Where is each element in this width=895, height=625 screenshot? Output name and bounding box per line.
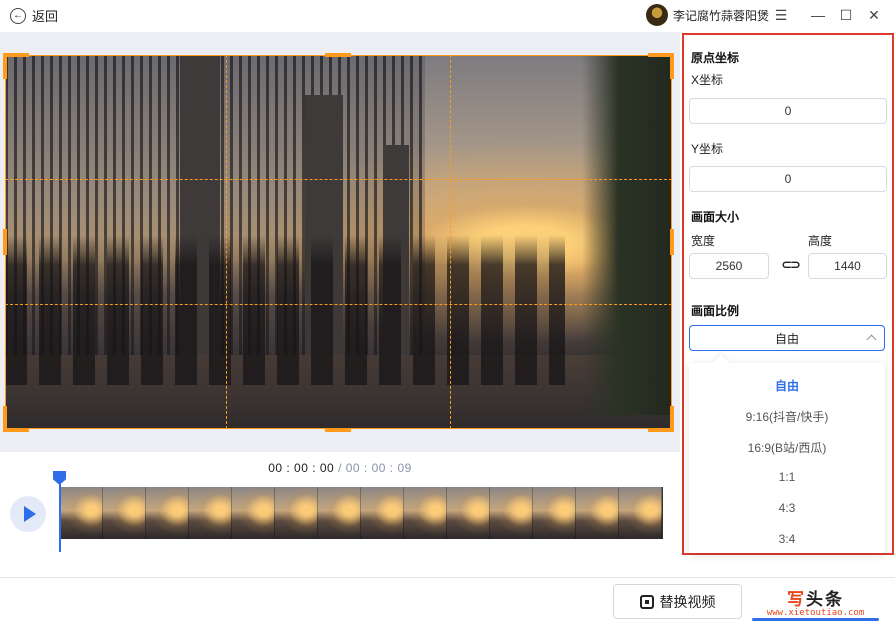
watermark-button[interactable]: 写头条 www.xietoutiao.com <box>750 584 881 619</box>
watermark-brand: 写头条 <box>787 585 844 610</box>
timeline-thumbnail <box>619 487 662 539</box>
timeline-thumbnail <box>146 487 189 539</box>
ratio-selected-value: 自由 <box>774 331 799 346</box>
title-bar: ← 返回 李记腐竹蒜蓉阳煲 ☰ — ☐ ✕ <box>0 0 895 32</box>
x-coordinate-input[interactable]: 0 <box>689 98 887 124</box>
ratio-option-16-9[interactable]: 16:9(B站/西瓜) <box>689 439 885 456</box>
timeline-thumbnail <box>533 487 576 539</box>
total-time: 00 : 00 : 09 <box>345 461 412 475</box>
ratio-option-9-16[interactable]: 9:16(抖音/快手) <box>689 408 885 425</box>
timecode: 00 : 00 : 00 / 00 : 00 : 09 <box>0 461 680 475</box>
timeline-thumbnail <box>103 487 146 539</box>
watermark-brand-b: 头条 <box>806 590 844 609</box>
menu-icon[interactable]: ☰ <box>769 4 793 26</box>
back-label: 返回 <box>32 9 59 24</box>
crop-handle-top-left[interactable] <box>3 53 7 79</box>
playhead-line <box>59 484 61 552</box>
timeline-thumbnail <box>189 487 232 539</box>
x-label: X坐标 <box>691 73 724 87</box>
ratio-option-4-3[interactable]: 4:3 <box>689 501 885 515</box>
time-separator: / <box>334 461 346 475</box>
crop-handle-left[interactable] <box>3 229 7 255</box>
play-icon <box>23 506 36 522</box>
timeline-thumbnail <box>275 487 318 539</box>
y-coordinate-input[interactable]: 0 <box>689 166 887 192</box>
watermark-brand-a: 写 <box>787 590 806 609</box>
maximize-button[interactable]: ☐ <box>834 4 858 26</box>
ratio-option-free[interactable]: 自由 <box>689 377 885 394</box>
dropdown-caret <box>712 354 730 372</box>
width-input[interactable]: 2560 <box>689 253 769 279</box>
crop-handle-right[interactable] <box>670 229 674 255</box>
crop-handle-top[interactable] <box>325 53 351 57</box>
timeline-thumbnail <box>447 487 490 539</box>
avatar <box>646 4 668 26</box>
replace-video-button[interactable]: 替换视频 <box>613 584 742 619</box>
crop-handle-bottom-right[interactable] <box>670 406 674 432</box>
height-input[interactable]: 1440 <box>808 253 887 279</box>
ratio-option-3-4[interactable]: 3:4 <box>689 532 885 546</box>
link-icon[interactable]: ⊂⊃ <box>779 257 801 272</box>
origin-title: 原点坐标 <box>691 51 740 65</box>
active-indicator <box>752 618 879 621</box>
arrow-left-icon: ← <box>10 7 26 24</box>
height-label: 高度 <box>808 234 833 248</box>
crop-handle-bottom-left[interactable] <box>3 406 7 432</box>
close-button[interactable]: ✕ <box>862 4 886 26</box>
timeline-thumbnail <box>318 487 361 539</box>
size-title: 画面大小 <box>691 210 740 224</box>
ratio-title: 画面比例 <box>691 304 740 318</box>
timeline-thumbnail <box>576 487 619 539</box>
timeline-strip[interactable] <box>60 487 663 539</box>
minimize-button[interactable]: — <box>806 4 830 26</box>
crop-frame[interactable] <box>5 55 672 429</box>
current-time: 00 : 00 : 00 <box>268 461 335 475</box>
timeline-thumbnail <box>490 487 533 539</box>
width-label: 宽度 <box>691 234 716 248</box>
play-button[interactable] <box>10 496 46 532</box>
back-button[interactable]: ← 返回 <box>10 6 58 25</box>
replace-icon <box>639 594 654 609</box>
crop-handle-top-right[interactable] <box>670 53 674 79</box>
y-label: Y坐标 <box>691 142 724 156</box>
ratio-select[interactable]: 自由 <box>689 325 885 351</box>
playhead-handle[interactable] <box>53 471 66 485</box>
ratio-option-1-1[interactable]: 1:1 <box>689 470 885 484</box>
user-profile[interactable]: 李记腐竹蒜蓉阳煲 <box>646 4 769 26</box>
replace-video-label: 替换视频 <box>659 593 716 610</box>
properties-panel: 原点坐标 X坐标 0 Y坐标 0 画面大小 宽度 高度 2560 ⊂⊃ 1440… <box>682 33 894 555</box>
watermark-url: www.xietoutiao.com <box>766 608 865 618</box>
timeline-thumbnail <box>60 487 103 539</box>
bottom-divider <box>0 577 895 578</box>
timeline-thumbnail <box>232 487 275 539</box>
ratio-dropdown: 自由 9:16(抖音/快手) 16:9(B站/西瓜) 1:1 4:3 3:4 <box>689 354 885 553</box>
username: 李记腐竹蒜蓉阳煲 <box>673 8 770 23</box>
crop-handle-bottom[interactable] <box>325 428 351 432</box>
timeline-thumbnail <box>361 487 404 539</box>
timeline-thumbnail <box>404 487 447 539</box>
chevron-up-icon <box>866 334 877 345</box>
